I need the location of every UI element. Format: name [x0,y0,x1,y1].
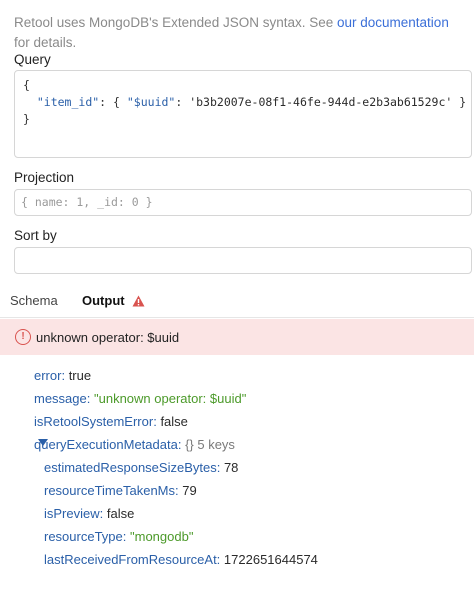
output-key: error: [34,368,66,383]
output-value: 1722651644574 [223,552,318,567]
output-value: false [160,414,188,429]
query-editor[interactable]: { "item_id": { "$uuid": 'b3b2007e-08f1-4… [14,70,472,158]
error-banner: ! unknown operator: $uuid [0,319,474,355]
error-message: unknown operator: $uuid [36,330,180,345]
projection-input[interactable]: { name: 1, _id: 0 } [14,189,472,216]
output-row-estimatedresponsesizebytes: estimatedResponseSizeBytes: 78 [44,460,238,475]
caret-down-icon[interactable] [38,439,48,446]
output-row-resourcetimetakenms: resourceTimeTakenMs: 79 [44,483,197,498]
warning-icon [132,295,145,307]
query-label: Query [14,52,51,67]
output-key: estimatedResponseSizeBytes: [44,460,221,475]
query-punct: : { [99,95,127,109]
output-value: "mongodb" [130,529,194,544]
query-close-inner: } [452,95,467,109]
query-value: 'b3b2007e-08f1-46fe-944d-e2b3ab61529c' [189,95,453,109]
query-line-1: { [23,78,30,92]
output-row-resourcetype: resourceType: "mongodb" [44,529,193,544]
output-row-isretoolsystemerror: isRetoolSystemError: false [34,414,188,429]
query-key: "item_id" [36,95,100,109]
output-key: isRetoolSystemError: [34,414,157,429]
output-row-queryexecutionmetadata[interactable]: queryExecutionMetadata: {} 5 keys [19,437,319,452]
query-line-3: } [23,112,30,126]
query-operator: "$uuid" [126,95,176,109]
output-value: true [68,368,92,383]
query-line-2: "item_id": { "$uuid": 'b3b2007e-08f1-46f… [23,94,467,111]
output-key: resourceType: [44,529,127,544]
output-value: "unknown operator: $uuid" [94,391,247,406]
output-key: message: [34,391,91,406]
output-key: lastReceivedFromResourceAt: [44,552,221,567]
sort-input[interactable] [14,247,472,274]
projection-label: Projection [14,170,75,185]
tab-output-label: Output [82,293,125,308]
intro-text-before: Retool uses MongoDB's Extended JSON synt… [14,15,337,30]
output-value: 78 [223,460,239,475]
sort-label: Sort by [14,228,57,243]
output-meta: {} 5 keys [185,437,235,452]
output-key: resourceTimeTakenMs: [44,483,179,498]
result-tabs: Schema Output [0,282,474,318]
output-row-error: error: true [34,368,91,383]
documentation-link[interactable]: our documentation [337,15,449,30]
output-row-lastreceivedfromresourceat: lastReceivedFromResourceAt: 172265164457… [44,552,318,567]
output-value: false [106,506,135,521]
error-icon: ! [15,329,31,345]
tab-schema[interactable]: Schema [10,293,58,308]
output-row-message: message: "unknown operator: $uuid" [34,391,246,406]
output-key: isPreview: [44,506,104,521]
output-row-ispreview: isPreview: false [44,506,134,521]
intro-text: Retool uses MongoDB's Extended JSON synt… [14,13,464,53]
tab-output[interactable]: Output [82,293,145,308]
output-key: queryExecutionMetadata: [34,437,182,452]
output-value: 79 [182,483,197,498]
intro-text-after: for details. [14,35,77,50]
query-colon: : [175,95,190,109]
